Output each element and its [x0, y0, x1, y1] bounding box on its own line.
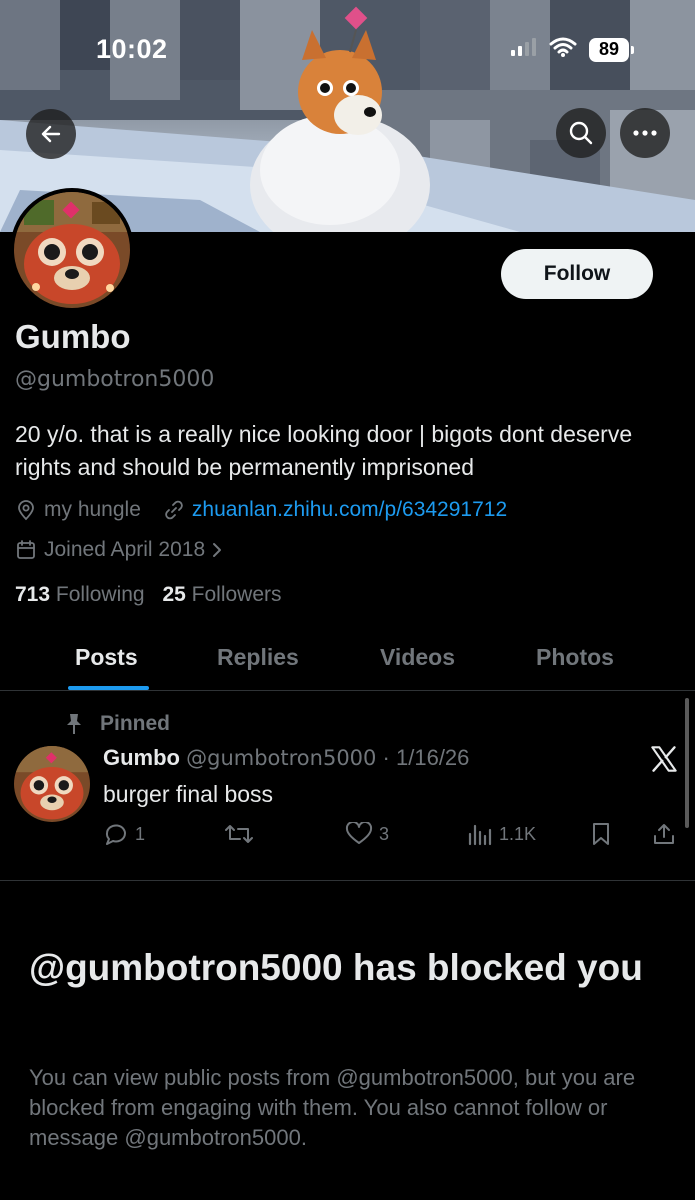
profile-website-link[interactable]: zhuanlan.zhihu.com/p/634291712	[192, 498, 507, 522]
post-date[interactable]: 1/16/26	[396, 745, 469, 770]
arrow-left-icon	[41, 125, 61, 143]
reply-icon	[105, 824, 126, 845]
bookmark-icon	[593, 823, 609, 845]
status-time: 10:02	[96, 34, 168, 64]
joined-date: Joined April 2018	[44, 538, 206, 561]
post-text: burger final boss	[103, 781, 274, 807]
share-action[interactable]	[652, 822, 676, 846]
tab-photos[interactable]: Photos	[536, 644, 614, 671]
calendar-icon	[15, 539, 37, 561]
post-author-handle[interactable]: @gumbotron5000	[186, 746, 376, 770]
back-button[interactable]	[26, 109, 76, 159]
display-name: Gumbo	[15, 318, 131, 355]
followers-label: Followers	[191, 583, 282, 606]
reply-action[interactable]: 1	[103, 822, 145, 846]
more-button[interactable]	[620, 108, 670, 158]
following-count: 713	[15, 583, 51, 606]
post-author-name[interactable]: Gumbo	[103, 745, 180, 770]
wifi-icon	[549, 36, 577, 63]
tab-videos[interactable]: Videos	[380, 644, 455, 671]
pin-icon	[67, 714, 81, 734]
post-header: Gumbo @gumbotron5000 · 1/16/26	[103, 745, 469, 771]
like-count: 3	[379, 823, 390, 844]
chevron-right-icon	[211, 541, 223, 559]
search-button[interactable]	[556, 108, 606, 158]
profile-avatar[interactable]	[10, 188, 134, 312]
heart-icon	[345, 822, 373, 844]
like-action[interactable]: 3	[345, 822, 389, 846]
more-horizontal-icon	[633, 130, 657, 136]
bookmark-action[interactable]	[589, 822, 613, 846]
repost-icon	[225, 825, 253, 843]
reply-count: 1	[135, 823, 146, 844]
profile-tabs: Posts Replies Videos Photos	[0, 626, 695, 691]
post-author-avatar[interactable]	[14, 746, 90, 822]
following-link[interactable]: 713 Following	[15, 583, 145, 606]
profile-meta-location-website: my hungle zhuanlan.zhihu.com/p/634291712	[15, 498, 507, 522]
location-pin-icon	[15, 499, 37, 521]
view-count: 1.1K	[499, 823, 537, 844]
avatar-image	[14, 192, 130, 308]
tab-posts[interactable]: Posts	[75, 644, 138, 671]
following-label: Following	[55, 583, 145, 606]
blocked-notice-title: @gumbotron5000 has blocked you	[29, 947, 643, 988]
share-icon	[654, 824, 674, 844]
signal-icon	[509, 37, 537, 62]
avatar-image	[14, 746, 90, 822]
follow-button[interactable]: Follow	[501, 249, 653, 299]
followers-count: 25	[162, 583, 186, 606]
tab-replies[interactable]: Replies	[217, 644, 299, 671]
post-separator: ·	[382, 745, 390, 770]
status-icons: 89	[509, 36, 634, 63]
profile-location: my hungle	[44, 498, 141, 521]
followers-link[interactable]: 25 Followers	[162, 583, 281, 606]
username-handle: @gumbotron5000	[15, 367, 215, 392]
repost-action[interactable]	[224, 822, 260, 846]
search-icon	[569, 121, 593, 145]
pinned-indicator: Pinned	[66, 712, 170, 736]
blocked-notice-description: You can view public posts from @gumbotro…	[29, 1065, 636, 1150]
analytics-icon	[468, 824, 492, 846]
scrollbar[interactable]	[685, 698, 689, 828]
profile-bio: 20 y/o. that is a really nice looking do…	[15, 421, 633, 480]
battery-indicator: 89	[589, 37, 634, 62]
divider	[0, 880, 695, 881]
follow-counts: 713 Following 25 Followers	[15, 583, 282, 607]
x-logo-icon[interactable]	[650, 745, 678, 773]
active-tab-indicator	[68, 686, 149, 690]
pinned-label: Pinned	[100, 712, 171, 735]
link-icon	[163, 499, 185, 521]
profile-joined-row[interactable]: Joined April 2018	[15, 538, 230, 562]
views-action[interactable]: 1.1K	[467, 822, 536, 846]
